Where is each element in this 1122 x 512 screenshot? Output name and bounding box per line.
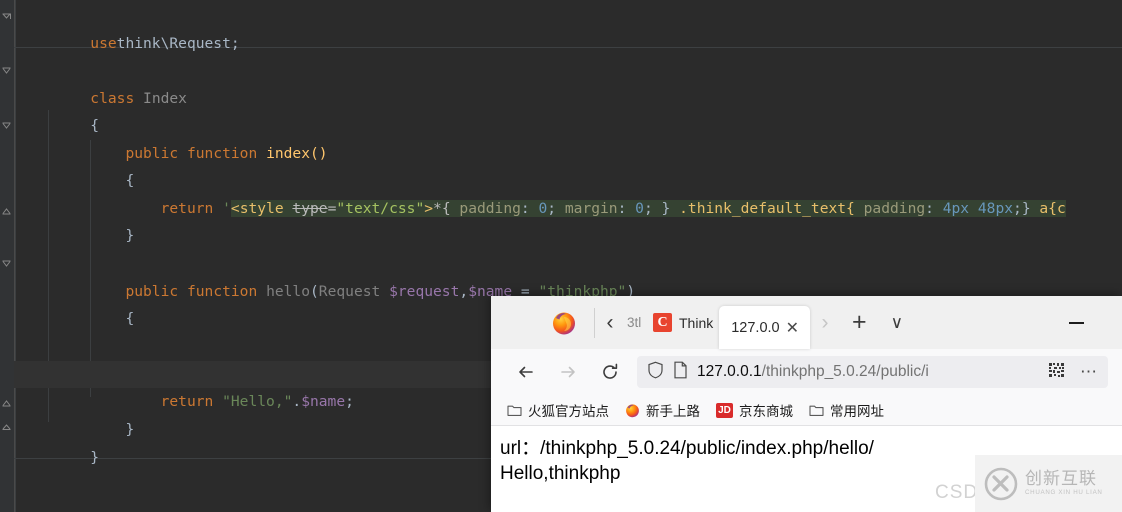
code-line-1[interactable]: usethink\Request; (14, 3, 1122, 52)
brace-close-index: } (125, 227, 135, 245)
tab-close-icon[interactable]: ✕ (784, 318, 801, 338)
code-line-6[interactable]: { (14, 140, 1122, 189)
code-line-4[interactable]: { (14, 85, 1122, 134)
url-path: /thinkphp_5.0.24/public/i (761, 363, 929, 380)
brand-watermark-text: 创新互联 CHUANG XIN HU LIAN (1025, 470, 1103, 496)
tab-thinkphp[interactable]: C Think (647, 296, 719, 349)
folder-icon-2 (809, 403, 824, 417)
code-line-10[interactable]: public function hello(Request $request,$… (14, 251, 1122, 300)
fold-marker-use[interactable] (1, 11, 12, 22)
bookmark-item-0[interactable]: 火狐官方站点 (507, 400, 609, 420)
code-line-7[interactable]: return '<style type="text/css">*{ paddin… (14, 168, 1122, 218)
tab-scroll-back-button[interactable]: ‹ (595, 312, 625, 333)
ns-path: think\Request; (116, 35, 240, 53)
url-text[interactable]: 127.0.0.1/thinkphp_5.0.24/public/i (697, 363, 1040, 381)
address-bar[interactable]: 127.0.0.1/thinkphp_5.0.24/public/i ⋯ (637, 356, 1108, 388)
brand-watermark-en: CHUANG XIN HU LIAN (1025, 489, 1103, 497)
firefox-icon (625, 403, 640, 418)
browser-nav-bar[interactable]: 127.0.0.1/thinkphp_5.0.24/public/i ⋯ (491, 349, 1122, 395)
folder-icon (507, 403, 522, 417)
brace-open-hello: { (125, 310, 135, 328)
tab-partial-left[interactable]: 3tl (625, 296, 647, 349)
address-bar-more-icon[interactable]: ⋯ (1076, 362, 1098, 382)
jd-icon: JD (716, 402, 733, 418)
url-host: 127.0.0.1 (697, 363, 762, 380)
bookmark-item-1[interactable]: 新手上路 (625, 400, 700, 420)
fold-marker-hello-end[interactable] (1, 397, 12, 408)
forward-arrow-icon[interactable] (547, 356, 589, 388)
page-icon[interactable] (673, 361, 688, 384)
code-line-5[interactable]: public function index() (14, 113, 1122, 162)
bookmark-item-2[interactable]: JD 京东商城 (716, 400, 793, 420)
bookmark-label-2: 京东商城 (739, 404, 793, 419)
qr-code-icon[interactable] (1049, 363, 1067, 381)
fold-marker-class-end[interactable] (1, 424, 12, 435)
bookmark-item-3[interactable]: 常用网址 (809, 400, 884, 420)
browser-tab-strip[interactable]: ‹ 3tl C Think 127.0.0 ✕ › + ∨ (491, 296, 1122, 349)
reload-icon[interactable] (589, 356, 631, 388)
tab-active-127-0-0-1[interactable]: 127.0.0 ✕ (719, 306, 811, 349)
fold-marker-hello-fn[interactable] (1, 259, 12, 270)
bookmark-label-3: 常用网址 (830, 404, 884, 419)
tab-scroll-forward-button[interactable]: › (810, 312, 840, 333)
bookmark-label-0: 火狐官方站点 (528, 404, 609, 419)
screen: usethink\Request; class Index { public f… (0, 0, 1122, 512)
brand-watermark-cn: 创新互联 (1025, 469, 1097, 489)
thinkphp-favicon-icon: C (653, 313, 672, 332)
new-tab-button[interactable]: + (840, 308, 879, 337)
tab-active-label: 127.0.0 (731, 319, 780, 336)
fold-marker-index-end[interactable] (1, 205, 12, 216)
brand-watermark: 创新互联 CHUANG XIN HU LIAN (975, 455, 1122, 512)
fold-marker-index-fn[interactable] (1, 121, 12, 132)
cx-circle-logo-icon (984, 467, 1018, 501)
bookmark-label-1: 新手上路 (646, 404, 700, 419)
brace-close-class: } (90, 449, 100, 467)
back-arrow-icon[interactable] (505, 356, 547, 388)
shield-icon[interactable] (647, 361, 664, 384)
window-minimize-button[interactable] (1069, 322, 1084, 324)
kw-use: use (90, 35, 117, 53)
firefox-logo-icon (551, 310, 577, 336)
code-line-3[interactable]: class Index (14, 58, 1122, 107)
fold-marker-class[interactable] (1, 66, 12, 77)
tab-thinkphp-label: Think (679, 314, 714, 331)
list-all-tabs-chevron-down-icon[interactable]: ∨ (879, 313, 915, 333)
code-line-8[interactable]: } (14, 195, 1122, 244)
bookmarks-bar[interactable]: 火狐官方站点 新手上路 JD 京东商城 常用网址 (491, 395, 1122, 426)
